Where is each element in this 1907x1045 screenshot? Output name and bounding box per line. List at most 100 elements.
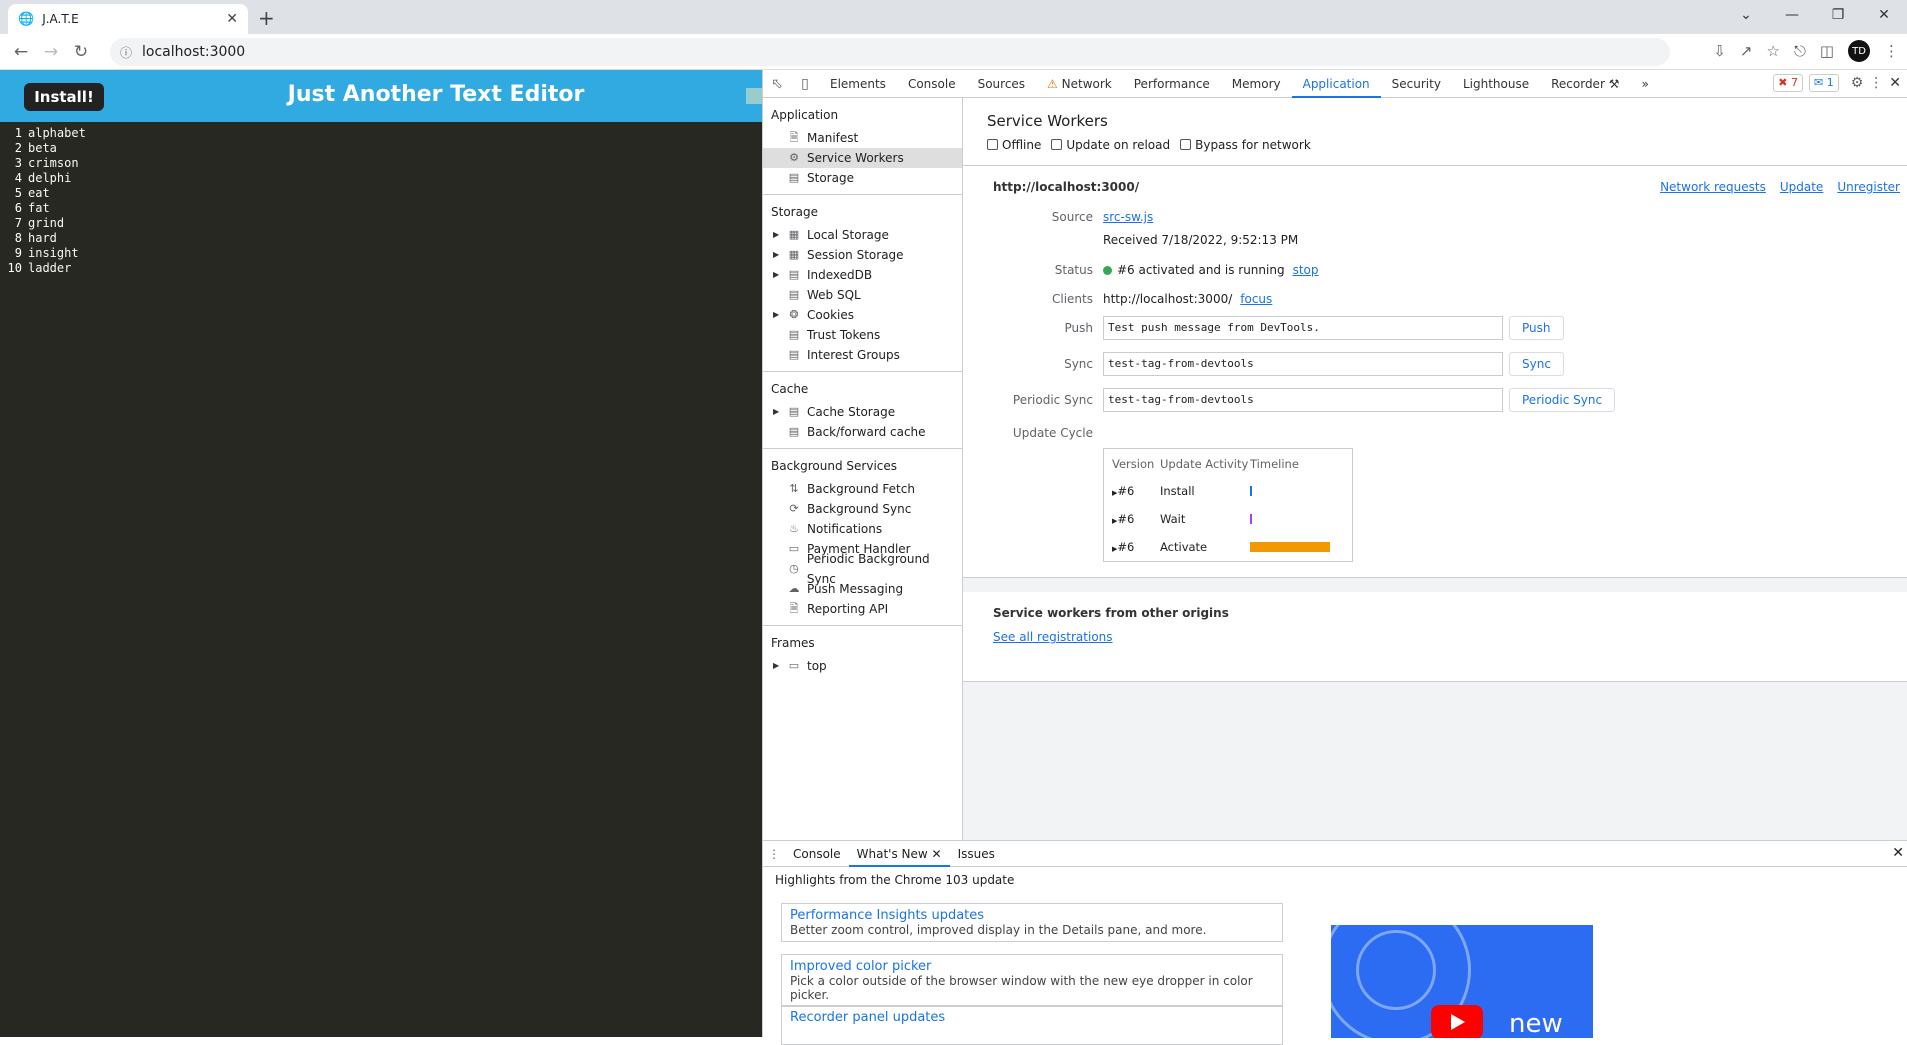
message-badge[interactable]: ✉ 1 <box>1808 74 1839 92</box>
focus-link[interactable]: focus <box>1240 292 1272 306</box>
restore-icon[interactable]: ❐ <box>1815 0 1861 30</box>
back-icon[interactable]: ← <box>6 42 36 62</box>
periodic-sync-input[interactable]: test-tag-from-devtools <box>1103 388 1503 412</box>
share-icon[interactable]: ↗ <box>1740 42 1753 60</box>
sidebar-item-manifest[interactable]: 🗎 Manifest <box>763 128 962 148</box>
text-editor[interactable]: 1 alphabet 2 beta 3 crimson 4 delphi 5 eat 6 fat 7 gr… <box>0 122 762 276</box>
sidebar-item-local-storage[interactable]: ▶ ▦ Local Storage <box>763 225 962 245</box>
whats-new-card[interactable]: Improved color picker Pick a color outsi… <box>781 954 1283 1007</box>
drawer-tab-issues[interactable]: Issues <box>950 841 1003 867</box>
sidebar-item-indexeddb[interactable]: ▶ ▤ IndexedDB <box>763 265 962 285</box>
tab-lighthouse[interactable]: Lighthouse <box>1452 70 1540 98</box>
update-link[interactable]: Update <box>1780 180 1823 194</box>
expand-arrow-icon[interactable]: ▶ <box>773 265 785 285</box>
sidebar-item-background-sync[interactable]: ⟳ Background Sync <box>763 499 962 519</box>
tab-console[interactable]: Console <box>897 70 967 98</box>
sync-input[interactable]: test-tag-from-devtools <box>1103 352 1503 376</box>
error-badge[interactable]: ✖ 7 <box>1773 74 1803 92</box>
minimize-icon[interactable]: — <box>1769 0 1815 30</box>
youtube-play-icon[interactable] <box>1431 1005 1483 1038</box>
sidebar-item-session-storage[interactable]: ▶ ▦ Session Storage <box>763 245 962 265</box>
push-button[interactable]: Push <box>1509 316 1564 340</box>
editor-line[interactable]: 8 hard <box>0 231 762 246</box>
close-window-icon[interactable]: ✕ <box>1861 0 1907 30</box>
forward-icon[interactable]: → <box>36 42 66 62</box>
source-file-link[interactable]: src-sw.js <box>1103 210 1153 224</box>
sidebar-item-interest-groups[interactable]: ▤ Interest Groups <box>763 345 962 365</box>
sidebar-item-periodic-sync[interactable]: ◷ Periodic Background Sync <box>763 552 962 586</box>
editor-line[interactable]: 10 ladder <box>0 261 762 276</box>
editor-line[interactable]: 2 beta <box>0 141 762 156</box>
extensions-icon[interactable]: ⎋ <box>1794 42 1806 60</box>
inspect-element-icon[interactable]: ⬁ <box>763 76 791 92</box>
info-icon[interactable]: ⓘ <box>120 44 132 61</box>
more-tabs-icon[interactable]: » <box>1630 70 1659 98</box>
browser-tab[interactable]: 🌐 J.A.T.E ✕ <box>8 4 248 34</box>
side-panel-icon[interactable]: ◫ <box>1820 42 1834 60</box>
editor-line[interactable]: 9 insight <box>0 246 762 261</box>
address-bar[interactable]: ⓘ localhost:3000 <box>110 38 1670 66</box>
devtools-menu-icon[interactable]: ⋮ <box>1869 75 1883 91</box>
sidebar-item-background-fetch[interactable]: ⇅ Background Fetch <box>763 479 962 499</box>
drawer-tab-console[interactable]: Console <box>785 841 849 867</box>
sidebar-item-storage[interactable]: ▤ Storage <box>763 168 962 188</box>
table-row[interactable]: ▶#6 Wait <box>1112 505 1344 533</box>
stop-link[interactable]: stop <box>1293 263 1319 277</box>
editor-line[interactable]: 3 crimson <box>0 156 762 171</box>
sidebar-item-service-workers[interactable]: ⚙ Service Workers <box>763 148 962 168</box>
sidebar-item-web-sql[interactable]: ▤ Web SQL <box>763 285 962 305</box>
drawer-menu-icon[interactable]: ⋮ <box>763 847 785 861</box>
expand-arrow-icon[interactable]: ▶ <box>773 305 785 325</box>
sync-button[interactable]: Sync <box>1509 352 1564 376</box>
bypass-network-checkbox[interactable]: Bypass for network <box>1180 138 1311 152</box>
close-devtools-icon[interactable]: ✕ <box>1889 75 1901 91</box>
offline-checkbox[interactable]: Offline <box>987 138 1041 152</box>
sidebar-item-reporting-api[interactable]: 🗎 Reporting API <box>763 599 962 619</box>
sidebar-item-bfcache[interactable]: ▤ Back/forward cache <box>763 422 962 442</box>
device-toolbar-icon[interactable]: ▯ <box>791 76 819 92</box>
close-drawer-icon[interactable]: ✕ <box>1892 845 1904 861</box>
unregister-link[interactable]: Unregister <box>1837 180 1900 194</box>
network-requests-link[interactable]: Network requests <box>1660 180 1766 194</box>
menu-kebab-icon[interactable]: ⋮ <box>1884 42 1899 60</box>
bookmark-star-icon[interactable]: ☆ <box>1766 42 1779 60</box>
close-icon[interactable]: ✕ <box>932 847 942 861</box>
expand-arrow-icon[interactable]: ▶ <box>773 225 785 245</box>
tab-application[interactable]: Application <box>1291 70 1381 98</box>
avatar[interactable]: TD <box>1848 40 1870 62</box>
update-on-reload-checkbox[interactable]: Update on reload <box>1051 138 1170 152</box>
expand-arrow-icon[interactable]: ▶ <box>773 656 785 676</box>
close-tab-icon[interactable]: ✕ <box>226 11 238 27</box>
sidebar-item-frame-top[interactable]: ▶ ▭ top <box>763 656 962 676</box>
table-row[interactable]: ▶#6 Activate <box>1112 533 1344 561</box>
see-all-registrations-link[interactable]: See all registrations <box>993 630 1113 644</box>
install-app-icon[interactable]: ⇩ <box>1713 42 1726 60</box>
push-input[interactable]: Test push message from DevTools. <box>1103 316 1503 340</box>
tab-elements[interactable]: Elements <box>819 70 897 98</box>
editor-line[interactable]: 4 delphi <box>0 171 762 186</box>
editor-line[interactable]: 7 grind <box>0 216 762 231</box>
sidebar-item-trust-tokens[interactable]: ▤ Trust Tokens <box>763 325 962 345</box>
expand-arrow-icon[interactable]: ▶ <box>773 402 785 422</box>
editor-line[interactable]: 1 alphabet <box>0 126 762 141</box>
drawer-tab-whats-new[interactable]: What's New ✕ <box>848 841 950 867</box>
tab-memory[interactable]: Memory <box>1221 70 1292 98</box>
whats-new-card[interactable]: Performance Insights updates Better zoom… <box>781 903 1283 942</box>
sidebar-item-notifications[interactable]: ♨ Notifications <box>763 519 962 539</box>
editor-line[interactable]: 6 fat <box>0 201 762 216</box>
tab-network[interactable]: ⚠ Network <box>1036 70 1123 98</box>
sidebar-item-cache-storage[interactable]: ▶ ▤ Cache Storage <box>763 402 962 422</box>
tab-security[interactable]: Security <box>1381 70 1452 98</box>
periodic-sync-button[interactable]: Periodic Sync <box>1509 388 1616 412</box>
video-thumbnail[interactable]: new <box>1331 925 1593 1038</box>
tab-performance[interactable]: Performance <box>1123 70 1221 98</box>
table-row[interactable]: ▶#6 Install <box>1112 477 1344 505</box>
sidebar-item-cookies[interactable]: ▶ ❂ Cookies <box>763 305 962 325</box>
whats-new-card[interactable]: Recorder panel updates <box>781 1005 1283 1045</box>
settings-gear-icon[interactable]: ⚙ <box>1851 75 1864 91</box>
new-tab-icon[interactable]: + <box>258 6 275 30</box>
editor-line[interactable]: 5 eat <box>0 186 762 201</box>
expand-arrow-icon[interactable]: ▶ <box>773 245 785 265</box>
reload-icon[interactable]: ↻ <box>66 42 96 62</box>
tab-sources[interactable]: Sources <box>967 70 1036 98</box>
